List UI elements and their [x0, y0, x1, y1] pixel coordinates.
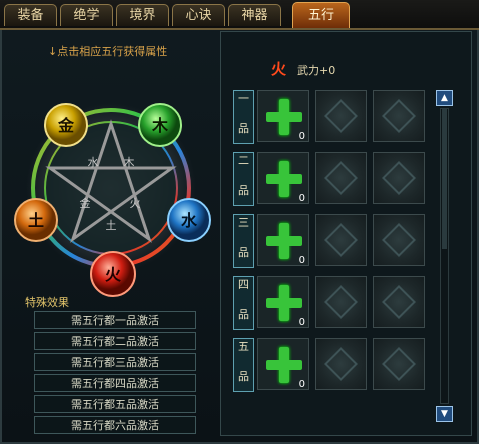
empty-slot[interactable] [315, 214, 367, 266]
stat-bonus-text: 武力+0 [297, 64, 336, 77]
element-metal[interactable]: 金 [44, 103, 88, 147]
slot-ornament-icon [324, 223, 358, 257]
scrollbar[interactable]: ▲ ▼ [436, 90, 453, 422]
tab-five-elements[interactable]: 五行 [292, 2, 350, 28]
slot-count: 0 [298, 379, 305, 390]
requirement-row: 需五行都二品激活 [34, 332, 196, 350]
element-detail-panel: 火 武力+0 一 品 0 二 品 0 三 品 0 四 品 0 五 品 0 ▲ ▼ [220, 31, 472, 436]
tab-equipment[interactable]: 装备 [4, 4, 57, 26]
empty-slot[interactable] [373, 276, 425, 328]
empty-slot[interactable] [373, 152, 425, 204]
tab-skills[interactable]: 绝学 [60, 4, 113, 26]
tab-artifact[interactable]: 神器 [228, 4, 281, 26]
scroll-thumb[interactable] [442, 109, 447, 249]
slot-ornament-icon [382, 347, 416, 381]
selected-element-char: 火 [271, 60, 287, 78]
grade-label: 一 品 [233, 90, 254, 144]
rune-glyph: 土 [106, 219, 117, 232]
empty-slot[interactable] [315, 276, 367, 328]
slot-ornament-icon [382, 99, 416, 133]
scroll-track[interactable] [440, 108, 449, 404]
empty-slot[interactable] [315, 338, 367, 390]
slot-ornament-icon [324, 347, 358, 381]
slot-count: 0 [298, 255, 305, 266]
five-elements-wheel-panel: ↓点击相应五行获得属性 木 火 土 金 水 金 木 土 水 火 特殊效果 需五行… [3, 31, 213, 436]
element-water-label: 水 [181, 211, 198, 230]
special-effects-title: 特殊效果 [25, 296, 69, 309]
slot-ornament-icon [324, 161, 358, 195]
scroll-up-button[interactable]: ▲ [436, 90, 453, 106]
add-gem-slot[interactable]: 0 [257, 338, 309, 390]
requirement-row: 需五行都五品激活 [34, 395, 196, 413]
element-wood[interactable]: 木 [138, 103, 182, 147]
empty-slot[interactable] [315, 90, 367, 142]
add-gem-slot[interactable]: 0 [257, 214, 309, 266]
slot-ornament-icon [324, 99, 358, 133]
slot-count: 0 [298, 193, 305, 204]
element-metal-label: 金 [57, 116, 75, 135]
rune-glyph: 木 [124, 156, 135, 169]
rune-glyph: 金 [80, 196, 91, 210]
empty-slot[interactable] [373, 338, 425, 390]
slot-ornament-icon [382, 285, 416, 319]
add-gem-slot[interactable]: 0 [257, 152, 309, 204]
element-fire-label: 火 [105, 265, 122, 284]
slot-ornament-icon [382, 161, 416, 195]
empty-slot[interactable] [315, 152, 367, 204]
slot-ornament-icon [324, 285, 358, 319]
tab-bar: 装备 绝学 境界 心诀 神器 五行 [0, 0, 479, 30]
element-earth[interactable]: 土 [14, 198, 58, 242]
requirement-row: 需五行都三品激活 [34, 353, 196, 371]
pentagram-wheel: 木 火 土 金 水 金 木 土 水 火 [14, 103, 211, 297]
empty-slot[interactable] [373, 214, 425, 266]
grade-label: 二 品 [233, 152, 254, 206]
element-wood-label: 木 [151, 116, 169, 135]
add-gem-slot[interactable]: 0 [257, 276, 309, 328]
element-earth-label: 土 [28, 211, 44, 230]
requirement-row: 需五行都六品激活 [34, 416, 196, 434]
tab-realm[interactable]: 境界 [116, 4, 169, 26]
requirement-row: 需五行都一品激活 [34, 311, 196, 329]
slot-count: 0 [298, 131, 305, 142]
grade-label: 五 品 [233, 338, 254, 392]
slot-ornament-icon [382, 223, 416, 257]
scroll-down-button[interactable]: ▼ [436, 406, 453, 422]
requirement-row: 需五行都四品激活 [34, 374, 196, 392]
rune-glyph: 火 [130, 197, 141, 210]
grade-label: 三 品 [233, 214, 254, 268]
grade-label: 四 品 [233, 276, 254, 330]
add-gem-slot[interactable]: 0 [257, 90, 309, 142]
hint-text: ↓点击相应五行获得属性 [48, 45, 168, 58]
rune-glyph: 水 [88, 156, 99, 169]
element-fire[interactable]: 火 [90, 251, 136, 297]
element-water[interactable]: 水 [167, 198, 211, 242]
empty-slot[interactable] [373, 90, 425, 142]
tab-mind[interactable]: 心诀 [172, 4, 225, 26]
slot-count: 0 [298, 317, 305, 328]
